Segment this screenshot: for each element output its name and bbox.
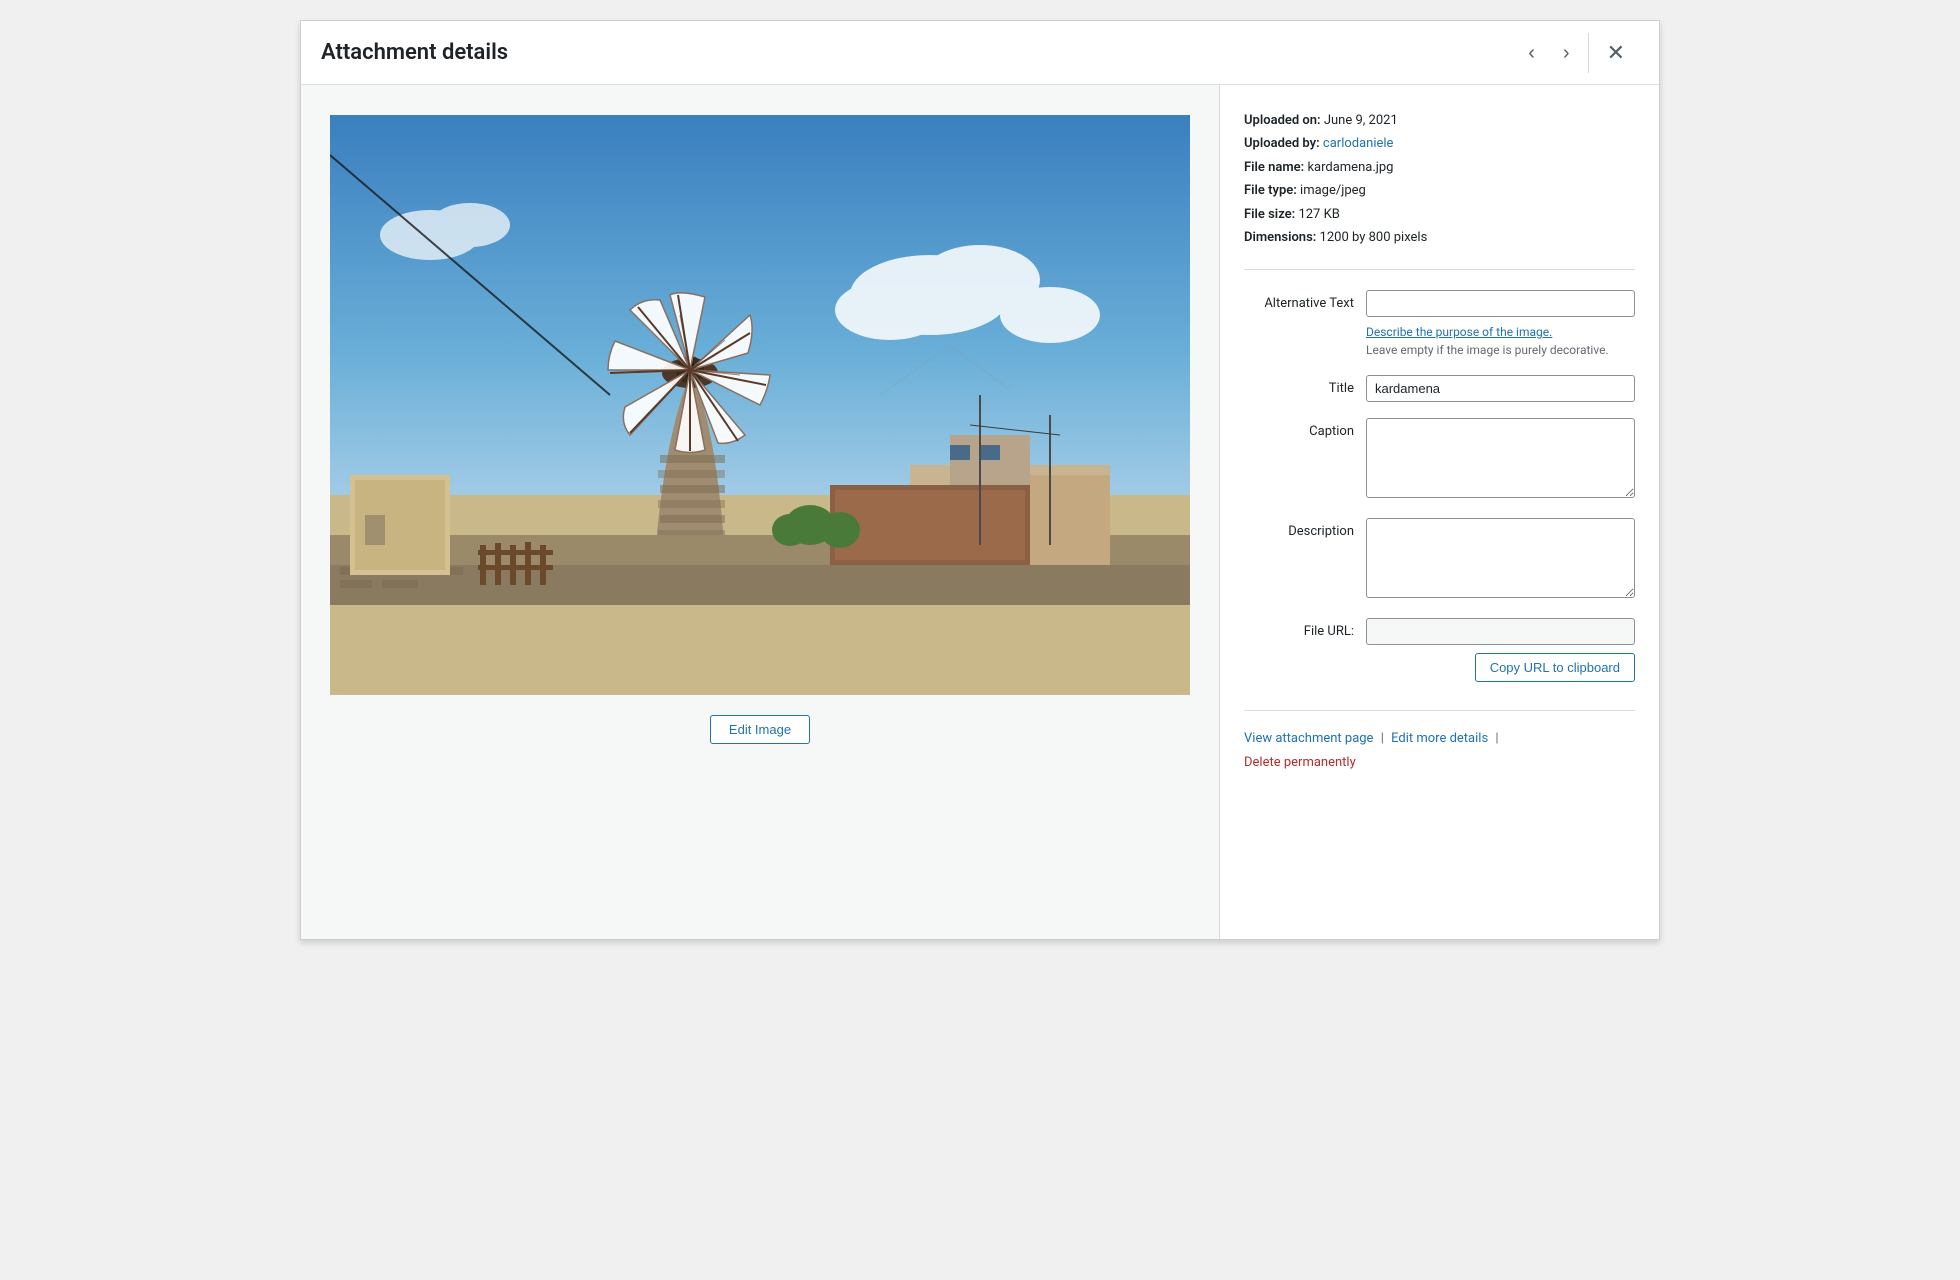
next-button[interactable]: ›: [1549, 35, 1584, 71]
file-name-value: kardamena.jpg: [1307, 160, 1393, 175]
title-field: [1366, 375, 1635, 402]
uploaded-by-link[interactable]: carlodaniele: [1323, 136, 1394, 151]
image-display: [330, 115, 1190, 695]
copy-url-button[interactable]: Copy URL to clipboard: [1475, 653, 1635, 682]
modal-body: Edit Image Uploaded on: June 9, 2021 Upl…: [301, 85, 1659, 939]
alt-text-link[interactable]: Describe the purpose of the image.: [1366, 325, 1552, 339]
uploaded-on-value: June 9, 2021: [1324, 113, 1398, 128]
dimensions-label: Dimensions:: [1244, 230, 1316, 245]
caption-label: Caption: [1244, 418, 1354, 439]
delete-permanently-link[interactable]: Delete permanently: [1244, 755, 1356, 770]
title-label: Title: [1244, 375, 1354, 396]
uploaded-on-label: Uploaded on:: [1244, 113, 1321, 128]
chevron-right-icon: ›: [1563, 43, 1570, 63]
uploaded-on-row: Uploaded on: June 9, 2021: [1244, 109, 1635, 132]
description-row: Description: [1244, 518, 1635, 602]
caption-input[interactable]: [1366, 418, 1635, 498]
alt-text-field: Describe the purpose of the image. Leave…: [1366, 290, 1635, 359]
header-divider: [1588, 33, 1589, 73]
alt-text-input[interactable]: [1366, 290, 1635, 317]
uploaded-by-label: Uploaded by:: [1244, 136, 1320, 151]
image-panel: Edit Image: [301, 85, 1219, 939]
edit-image-button[interactable]: Edit Image: [710, 715, 810, 744]
file-url-label: File URL:: [1244, 618, 1354, 639]
file-name-row: File name: kardamena.jpg: [1244, 156, 1635, 179]
title-input[interactable]: [1366, 375, 1635, 402]
file-size-label: File size:: [1244, 207, 1295, 222]
view-attachment-link[interactable]: View attachment page: [1244, 731, 1373, 746]
alt-text-hint: Describe the purpose of the image. Leave…: [1366, 323, 1635, 359]
uploaded-by-row: Uploaded by: carlodaniele: [1244, 132, 1635, 155]
file-url-field: Copy URL to clipboard: [1366, 618, 1635, 682]
modal-header: Attachment details ‹ › ✕: [301, 21, 1659, 85]
file-size-value: 127 KB: [1298, 207, 1339, 222]
meta-section: Uploaded on: June 9, 2021 Uploaded by: c…: [1244, 109, 1635, 270]
header-nav: ‹ › ✕: [1514, 33, 1639, 73]
close-icon: ✕: [1607, 42, 1625, 64]
dimensions-value: 1200 by 800 pixels: [1320, 230, 1428, 245]
file-url-row: File URL: Copy URL to clipboard: [1244, 618, 1635, 682]
close-button[interactable]: ✕: [1593, 34, 1639, 72]
title-row: Title: [1244, 375, 1635, 402]
edit-more-details-link[interactable]: Edit more details: [1391, 731, 1488, 746]
footer-links: View attachment page | Edit more details…: [1244, 710, 1635, 774]
dimensions-row: Dimensions: 1200 by 800 pixels: [1244, 226, 1635, 249]
details-panel: Uploaded on: June 9, 2021 Uploaded by: c…: [1219, 85, 1659, 939]
caption-row: Caption: [1244, 418, 1635, 502]
file-type-value: image/jpeg: [1300, 183, 1366, 198]
alt-text-hint-text: Leave empty if the image is purely decor…: [1366, 343, 1609, 357]
file-name-label: File name:: [1244, 160, 1304, 175]
form-section: Alternative Text Describe the purpose of…: [1244, 290, 1635, 682]
file-type-label: File type:: [1244, 183, 1297, 198]
caption-field: [1366, 418, 1635, 502]
description-input[interactable]: [1366, 518, 1635, 598]
alt-text-label: Alternative Text: [1244, 290, 1354, 311]
description-label: Description: [1244, 518, 1354, 539]
file-size-row: File size: 127 KB: [1244, 203, 1635, 226]
file-type-row: File type: image/jpeg: [1244, 179, 1635, 202]
chevron-left-icon: ‹: [1528, 43, 1535, 63]
alt-text-row: Alternative Text Describe the purpose of…: [1244, 290, 1635, 359]
prev-button[interactable]: ‹: [1514, 35, 1549, 71]
file-url-input[interactable]: [1366, 618, 1635, 645]
description-field: [1366, 518, 1635, 602]
modal-title: Attachment details: [321, 40, 1514, 65]
